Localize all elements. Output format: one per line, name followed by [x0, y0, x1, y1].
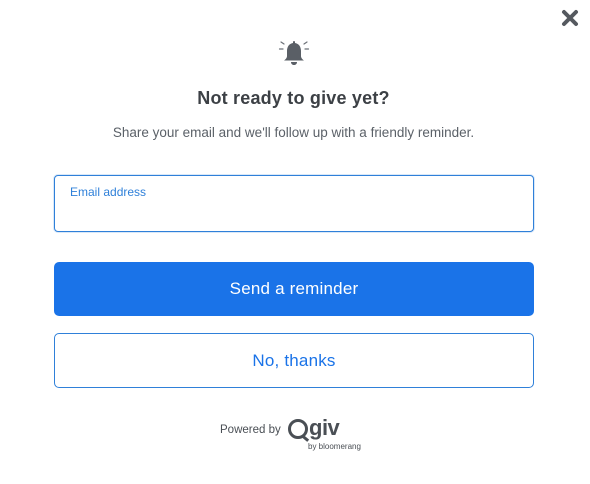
email-input[interactable]: [69, 202, 519, 226]
qgiv-logo: giv: [288, 415, 340, 442]
modal-subtitle: Share your email and we'll follow up wit…: [112, 125, 475, 140]
qgiv-brand-text: giv: [309, 415, 340, 440]
reminder-modal: Not ready to give yet? Share your email …: [0, 0, 590, 484]
email-field[interactable]: Email address: [54, 175, 534, 232]
close-icon: [562, 10, 578, 26]
powered-by-label: Powered by: [220, 424, 281, 436]
no-thanks-button[interactable]: No, thanks: [54, 333, 534, 388]
modal-title: Not ready to give yet?: [197, 88, 390, 108]
close-button[interactable]: [561, 9, 579, 27]
powered-by-footer: Powered by giv by bloomerang: [220, 415, 380, 454]
bloomerang-label: by bloomerang: [308, 442, 361, 451]
email-label: Email address: [70, 185, 147, 199]
qgiv-q-mark: [288, 419, 308, 439]
bell-icon: [278, 40, 310, 68]
send-reminder-button[interactable]: Send a reminder: [54, 262, 534, 316]
